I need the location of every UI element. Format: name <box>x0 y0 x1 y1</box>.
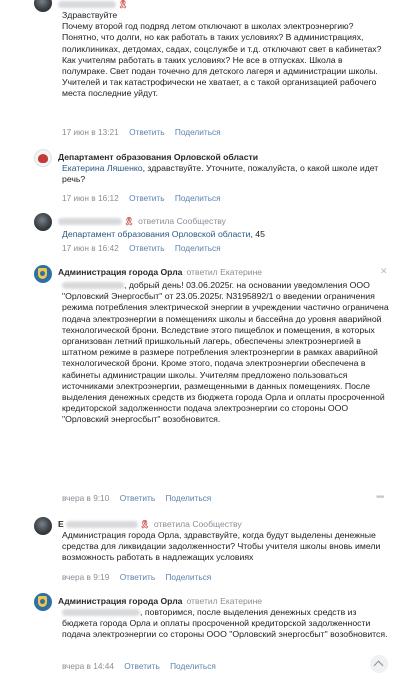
scroll-up-button[interactable] <box>370 655 388 673</box>
close-icon[interactable]: ✕ <box>380 266 388 277</box>
comment-time: вчера в 9:10 <box>62 493 110 503</box>
comment-author[interactable]: Администрация города Орла ответил Екатери… <box>58 596 262 606</box>
reply-link[interactable]: Ответить <box>129 243 164 253</box>
more-icon[interactable]: ••• <box>376 492 384 503</box>
comment-author[interactable]: Е 🎗 ответила Сообществу <box>58 519 242 529</box>
comment-author[interactable]: 🎗 <box>58 0 128 9</box>
redacted-name <box>58 218 122 226</box>
comment-text: , повторимся, после выделения денежных с… <box>62 607 392 641</box>
comment-time: вчера в 9:19 <box>62 572 110 582</box>
department-avatar[interactable] <box>34 149 52 167</box>
share-link[interactable]: Поделиться <box>165 572 211 582</box>
redacted-name <box>62 282 124 290</box>
comment-author[interactable]: Администрация города Орла ответил Екатери… <box>58 267 262 277</box>
comment-author[interactable]: Департамент образования Орловской област… <box>58 152 258 162</box>
comment-meta: 17 июн в 16:42 Ответить Поделиться <box>62 243 229 253</box>
mention-link[interactable]: Департамент образования Орловской област… <box>62 229 250 239</box>
comment-time: вчера в 14:44 <box>62 661 114 671</box>
comment-time: 17 июн в 16:12 <box>62 193 119 203</box>
redacted-name <box>65 521 138 529</box>
ribbon-icon: 🎗 <box>118 0 129 9</box>
reply-link[interactable]: Ответить <box>120 572 155 582</box>
replied-label: ответил Екатерине <box>186 596 263 606</box>
comment-text: , добрый день! 03.06.2025г. на основании… <box>62 280 392 426</box>
comment-text: Департамент образования Орловской област… <box>62 229 388 240</box>
redacted-name <box>62 609 140 617</box>
replied-label: ответил Екатерине <box>186 267 263 277</box>
comment-meta: 17 июн в 13:21 Ответить Поделиться <box>62 127 229 137</box>
comment-author[interactable]: 🎗 ответила Сообществу <box>58 216 226 226</box>
comment-text: Администрация города Орла, здравствуйте,… <box>62 530 381 563</box>
replied-label: ответила Сообществу <box>138 216 226 226</box>
comment-text: Екатерина Ляшенко, здравствуйте. Уточнит… <box>62 163 388 185</box>
comment-time: 17 июн в 16:42 <box>62 243 119 253</box>
user-avatar[interactable] <box>34 0 52 12</box>
reply-link[interactable]: Ответить <box>124 661 159 671</box>
share-link[interactable]: Поделиться <box>175 127 221 137</box>
comment-meta: вчера в 9:19 Ответить Поделиться <box>62 572 219 582</box>
reply-link[interactable]: Ответить <box>120 493 155 503</box>
ribbon-icon: 🎗 <box>139 520 150 529</box>
redacted-name <box>58 1 116 9</box>
replied-label: ответила Сообществу <box>153 519 242 529</box>
user-avatar[interactable] <box>34 213 52 231</box>
share-link[interactable]: Поделиться <box>170 661 216 671</box>
share-link[interactable]: Поделиться <box>175 243 221 253</box>
share-link[interactable]: Поделиться <box>175 193 221 203</box>
comment-meta: вчера в 14:44 Ответить Поделиться <box>62 661 224 671</box>
user-avatar[interactable] <box>34 517 52 535</box>
administration-avatar[interactable] <box>34 265 52 283</box>
comment-body: , 45 <box>250 229 265 239</box>
reply-link[interactable]: Ответить <box>129 127 164 137</box>
mention-link[interactable]: Екатерина Ляшенко <box>62 163 143 173</box>
comment-meta: 17 июн в 16:12 Ответить Поделиться <box>62 193 229 203</box>
comment-meta: вчера в 9:10 Ответить Поделиться <box>62 493 219 503</box>
share-link[interactable]: Поделиться <box>165 493 211 503</box>
administration-avatar[interactable] <box>34 593 52 611</box>
comment-body: , добрый день! 03.06.2025г. на основании… <box>62 280 389 425</box>
comment-text: Здравствуйте Почему второй год подряд ле… <box>62 10 382 99</box>
comment-time: 17 июн в 13:21 <box>62 127 119 137</box>
reply-link[interactable]: Ответить <box>129 193 164 203</box>
ribbon-icon: 🎗 <box>124 217 135 226</box>
